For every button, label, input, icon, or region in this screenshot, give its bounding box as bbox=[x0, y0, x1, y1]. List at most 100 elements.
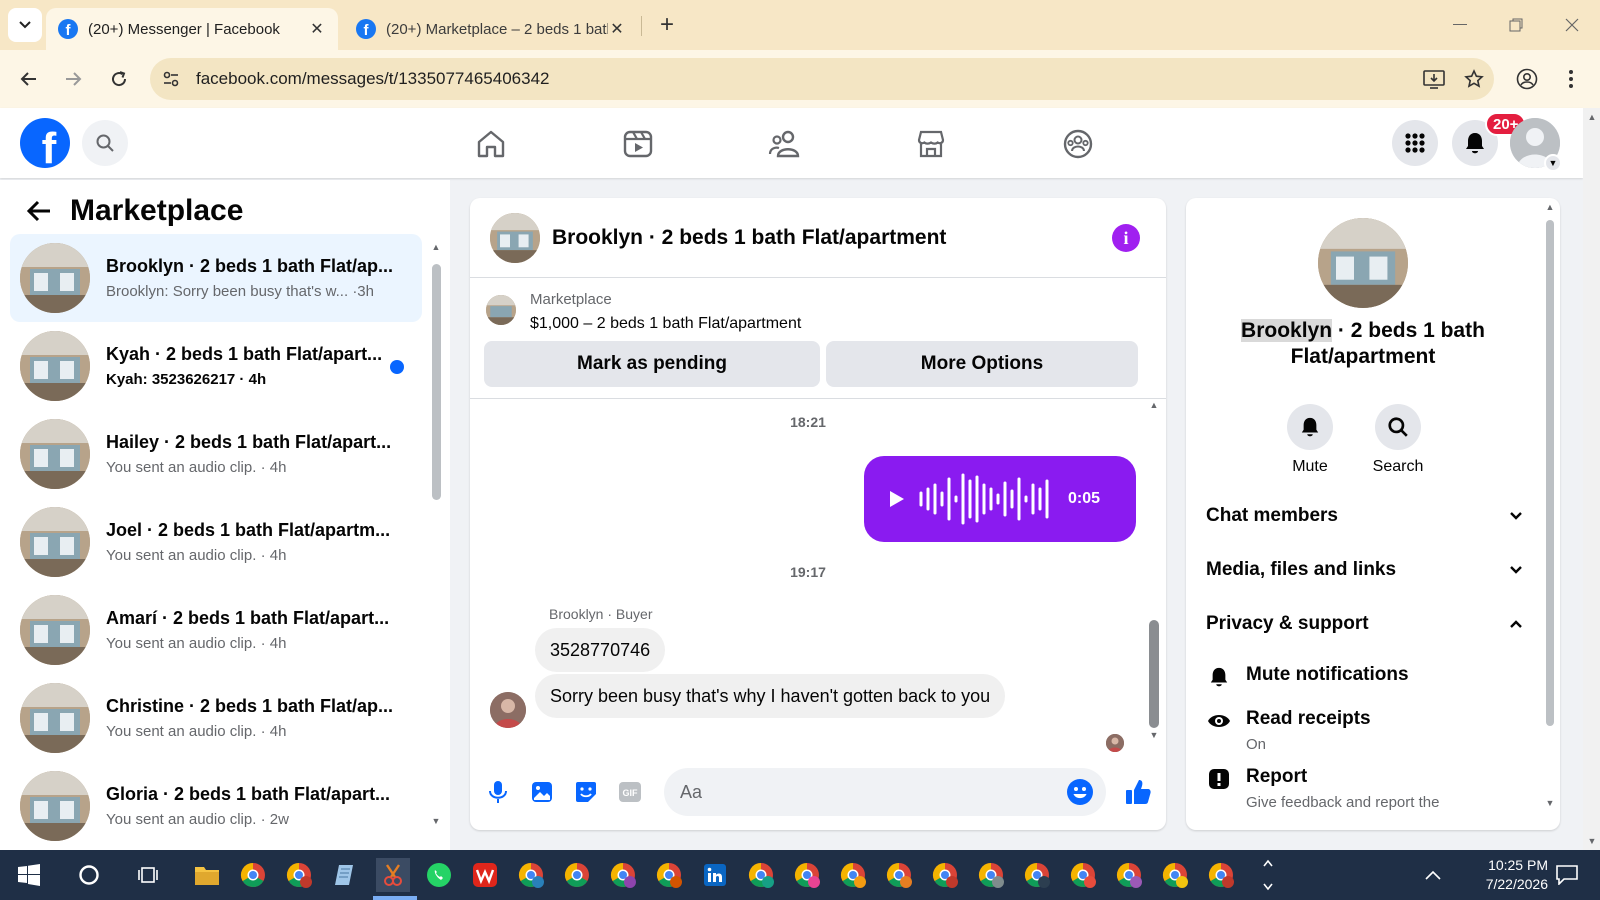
linkedin-taskbar[interactable] bbox=[698, 858, 732, 892]
report-item[interactable]: Report Give feedback and report the bbox=[1206, 766, 1524, 811]
taskbar-scroll-arrows[interactable] bbox=[1260, 858, 1276, 892]
scrollbar-thumb[interactable] bbox=[1149, 620, 1159, 728]
file-explorer-taskbar[interactable] bbox=[190, 858, 224, 892]
nav-marketplace[interactable] bbox=[909, 122, 953, 166]
scroll-up-arrow[interactable]: ▲ bbox=[1544, 202, 1556, 212]
chat-members-section[interactable]: Chat members bbox=[1206, 494, 1524, 538]
scroll-down-arrow[interactable]: ▼ bbox=[1586, 836, 1598, 846]
scroll-down-arrow[interactable]: ▼ bbox=[430, 816, 442, 826]
media-files-links-section[interactable]: Media, files and links bbox=[1206, 548, 1524, 592]
action-center-button[interactable] bbox=[1550, 858, 1584, 892]
privacy-support-section[interactable]: Privacy & support bbox=[1206, 602, 1524, 646]
close-tab-icon[interactable]: ✕ bbox=[308, 20, 326, 38]
forward-button[interactable] bbox=[56, 62, 90, 96]
chrome-profile-taskbar[interactable] bbox=[1020, 858, 1054, 892]
mute-action[interactable]: Mute bbox=[1270, 404, 1350, 476]
notes-app-taskbar[interactable] bbox=[328, 858, 362, 892]
incoming-message[interactable]: 3528770746 bbox=[535, 628, 666, 672]
chat-scrollbar[interactable]: ▲ ▼ bbox=[1148, 400, 1160, 740]
task-view-button[interactable] bbox=[132, 858, 166, 892]
close-tab-icon[interactable]: ✕ bbox=[608, 20, 626, 38]
details-avatar[interactable] bbox=[1318, 218, 1408, 308]
chrome-profile-taskbar[interactable] bbox=[1158, 858, 1192, 892]
sticker-button[interactable] bbox=[570, 776, 602, 808]
facebook-logo[interactable]: f bbox=[20, 118, 70, 168]
conversation-item[interactable]: Amarí · 2 beds 1 bath Flat/apart... You … bbox=[10, 586, 422, 674]
info-icon[interactable]: i bbox=[1112, 224, 1140, 252]
install-app-icon[interactable] bbox=[1414, 59, 1454, 99]
search-taskbar-button[interactable] bbox=[72, 858, 106, 892]
chrome-profile-taskbar[interactable] bbox=[928, 858, 962, 892]
nav-friends[interactable] bbox=[763, 122, 807, 166]
sender-avatar[interactable] bbox=[490, 692, 526, 728]
system-clock[interactable]: 10:25 PM 7/22/2026 bbox=[1438, 856, 1548, 894]
back-button[interactable] bbox=[12, 62, 46, 96]
browser-tab-marketplace[interactable]: f (20+) Marketplace – 2 beds 1 bath Flat… bbox=[344, 8, 638, 50]
scroll-up-arrow[interactable]: ▲ bbox=[430, 242, 442, 252]
scroll-down-arrow[interactable]: ▼ bbox=[1544, 798, 1556, 808]
scroll-up-arrow[interactable]: ▲ bbox=[1586, 112, 1598, 122]
chrome-profile-taskbar[interactable] bbox=[744, 858, 778, 892]
chrome-profile-taskbar[interactable] bbox=[652, 858, 686, 892]
listing-price-title[interactable]: $1,000 – 2 beds 1 bath Flat/apartment bbox=[530, 315, 801, 333]
chrome-profile-taskbar[interactable] bbox=[1066, 858, 1100, 892]
chrome-profile-taskbar[interactable] bbox=[1112, 858, 1146, 892]
conversation-list-scrollbar[interactable]: ▲ ▼ bbox=[430, 242, 442, 830]
menu-button[interactable] bbox=[1392, 120, 1438, 166]
chrome-profile-taskbar[interactable] bbox=[882, 858, 916, 892]
gif-button[interactable]: GIF bbox=[614, 776, 646, 808]
incoming-message[interactable]: Sorry been busy that's why I haven't got… bbox=[535, 674, 1006, 718]
play-icon[interactable] bbox=[884, 487, 908, 511]
start-button[interactable] bbox=[12, 858, 46, 892]
close-window-button[interactable] bbox=[1552, 10, 1592, 40]
profile-menu-button[interactable] bbox=[1510, 62, 1544, 96]
active-app-taskbar[interactable] bbox=[376, 858, 410, 892]
details-scrollbar[interactable]: ▲ ▼ bbox=[1544, 200, 1556, 816]
scrollbar-thumb[interactable] bbox=[432, 264, 441, 500]
conversation-item[interactable]: Christine · 2 beds 1 bath Flat/ap... You… bbox=[10, 674, 422, 762]
account-chevron-icon[interactable]: ▼ bbox=[1544, 154, 1562, 172]
chrome-profile-taskbar[interactable] bbox=[282, 858, 316, 892]
browser-menu-button[interactable] bbox=[1554, 62, 1588, 96]
nav-home[interactable] bbox=[469, 122, 513, 166]
audio-message[interactable]: 0:05 bbox=[864, 456, 1136, 542]
search-action[interactable]: Search bbox=[1358, 404, 1438, 476]
browser-tab-messenger[interactable]: f (20+) Messenger | Facebook ✕ bbox=[46, 8, 338, 50]
search-in-conversation-button[interactable] bbox=[1375, 404, 1421, 450]
wps-office-taskbar[interactable] bbox=[468, 858, 502, 892]
mute-notifications-item[interactable]: Mute notifications bbox=[1206, 664, 1524, 690]
minimize-button[interactable] bbox=[1440, 10, 1480, 40]
conversation-item[interactable]: Brooklyn · 2 beds 1 bath Flat/ap... Broo… bbox=[10, 234, 422, 322]
address-bar[interactable]: facebook.com/messages/t/1335077465406342 bbox=[150, 58, 1494, 100]
nav-video[interactable] bbox=[616, 122, 660, 166]
site-info-icon[interactable] bbox=[150, 58, 192, 100]
mark-as-pending-button[interactable]: Mark as pending bbox=[484, 341, 820, 387]
read-receipts-item[interactable]: Read receipts On bbox=[1206, 708, 1524, 753]
more-options-button[interactable]: More Options bbox=[826, 341, 1138, 387]
chrome-profile-taskbar[interactable] bbox=[790, 858, 824, 892]
conversation-item[interactable]: Kyah · 2 beds 1 bath Flat/apart... Kyah:… bbox=[10, 322, 422, 410]
whatsapp-taskbar[interactable] bbox=[422, 858, 456, 892]
chrome-profile-taskbar[interactable] bbox=[606, 858, 640, 892]
scrollbar-thumb[interactable] bbox=[1546, 220, 1554, 726]
restore-button[interactable] bbox=[1496, 10, 1536, 40]
conversation-item[interactable]: Gloria · 2 beds 1 bath Flat/apart... You… bbox=[10, 762, 422, 850]
nav-groups[interactable] bbox=[1056, 122, 1100, 166]
emoji-icon[interactable] bbox=[1066, 778, 1094, 806]
new-tab-button[interactable]: + bbox=[652, 10, 682, 40]
conversation-item[interactable]: Joel · 2 beds 1 bath Flat/apartm... You … bbox=[10, 498, 422, 586]
chat-avatar[interactable] bbox=[490, 212, 540, 263]
chrome-profile-taskbar[interactable] bbox=[974, 858, 1008, 892]
chrome-taskbar[interactable] bbox=[236, 858, 270, 892]
scroll-up-arrow[interactable]: ▲ bbox=[1148, 400, 1160, 410]
bookmark-star-icon[interactable] bbox=[1454, 59, 1494, 99]
chat-title[interactable]: Brooklyn · 2 beds 1 bath Flat/apartment bbox=[552, 226, 946, 250]
mute-button[interactable] bbox=[1287, 404, 1333, 450]
chrome-profile-taskbar[interactable] bbox=[836, 858, 870, 892]
attach-photo-button[interactable] bbox=[526, 776, 558, 808]
page-scrollbar[interactable]: ▲ ▼ bbox=[1583, 108, 1600, 850]
chrome-profile-taskbar[interactable] bbox=[514, 858, 548, 892]
url-text[interactable]: facebook.com/messages/t/1335077465406342 bbox=[196, 69, 1414, 89]
scroll-down-arrow[interactable]: ▼ bbox=[1148, 730, 1160, 740]
chrome-taskbar[interactable] bbox=[560, 858, 594, 892]
